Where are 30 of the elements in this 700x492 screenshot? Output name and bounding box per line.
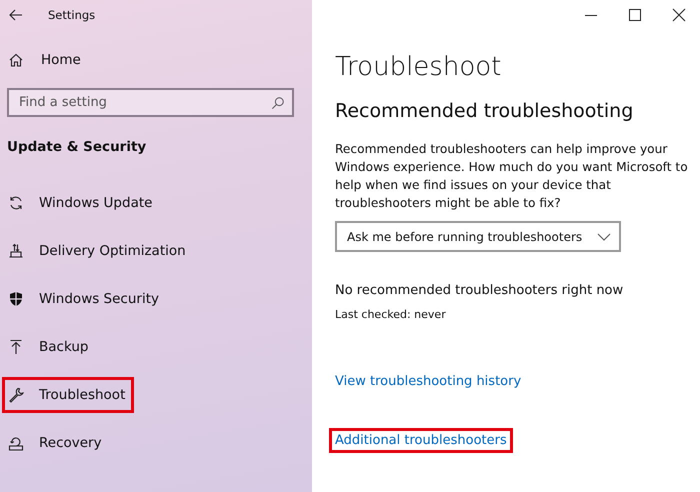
sidebar-item[interactable]: Backup — [2, 329, 98, 365]
sidebar-item[interactable]: Windows Update — [2, 185, 162, 221]
search-icon — [271, 96, 285, 110]
section-heading: Recommended troubleshooting — [335, 100, 634, 122]
upload-arrow-icon — [8, 339, 24, 355]
sidebar-item[interactable]: Delivery Optimization — [2, 233, 195, 269]
home-link[interactable]: Home — [0, 47, 87, 73]
link[interactable]: View troubleshooting history — [329, 369, 528, 394]
shield-icon — [8, 291, 24, 307]
back-arrow-icon[interactable] — [8, 7, 24, 23]
sidebar-item[interactable]: Windows Security — [2, 281, 168, 317]
sidebar-item[interactable]: Troubleshoot — [2, 377, 134, 413]
search-field[interactable]: Find a setting — [7, 88, 294, 117]
chevron-down-icon — [597, 232, 611, 240]
maximize-icon[interactable] — [628, 8, 642, 22]
description-text: Recommended troubleshooters can help improve your Windows experience. How much do you want Microsoft to help when we find issues on your device that troubleshooters might be able to fix? — [335, 141, 689, 212]
upload-download-icon — [8, 243, 24, 259]
link[interactable]: Additional troubleshooters — [329, 428, 513, 453]
page-title: Troubleshoot — [335, 52, 502, 82]
status-text: No recommended troubleshooters right now — [335, 283, 624, 298]
section-title: Update & Security — [6, 139, 148, 155]
window-title: Settings — [48, 8, 96, 22]
close-icon[interactable] — [672, 8, 686, 22]
troubleshoot-dropdown[interactable]: Ask me before running troubleshooters — [335, 221, 621, 252]
wrench-icon — [8, 387, 24, 403]
refresh-icon — [8, 195, 24, 211]
sidebar-item[interactable]: Recovery — [2, 425, 111, 461]
home-icon — [8, 52, 24, 68]
recovery-icon — [8, 435, 24, 451]
last-checked-text: Last checked: never — [335, 308, 447, 321]
